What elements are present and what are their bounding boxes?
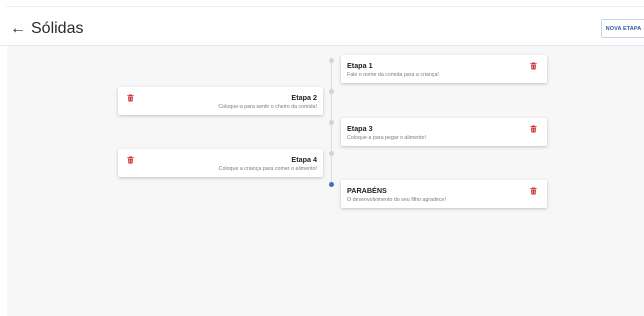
step-card-5[interactable]: PARABÉNS O desenvolvimento do seu filho … [341,180,547,208]
timeline-dot-1 [329,58,334,63]
step-card-2[interactable]: Etapa 2 Coloque-a para sentir o cheiro d… [118,87,323,115]
step-card-3[interactable]: Etapa 3 Coloque-a para pegar o alimento! [341,118,547,146]
page-title: Sólidas [31,20,84,37]
back-arrow-icon[interactable]: ← [10,20,26,38]
step-card-1[interactable]: Etapa 1 Fale o nome da comida para a cri… [341,55,547,83]
step-description: Fale o nome da comida para a criança! [347,72,439,78]
trash-icon[interactable] [530,62,537,70]
step-title: Etapa 4 [291,155,317,164]
new-step-button[interactable]: NOVA ETAPA [601,19,644,38]
step-description: Coloque-a para pegar o alimento! [347,135,426,141]
trash-icon[interactable] [530,125,537,133]
main-content [7,46,644,316]
step-description: Coloque-a para sentir o cheiro da comida… [218,104,317,110]
timeline-dot-3 [329,120,334,125]
step-title: PARABÉNS [347,186,387,195]
trash-icon[interactable] [127,94,134,102]
step-card-4[interactable]: Etapa 4 Coloque a criança para comer o a… [118,149,323,177]
timeline-dot-2 [329,89,334,94]
step-title: Etapa 3 [347,124,373,133]
trash-icon[interactable] [530,187,537,195]
top-divider [6,6,644,7]
step-title: Etapa 1 [347,61,373,70]
timeline-dot-4 [329,151,334,156]
step-title: Etapa 2 [291,93,317,102]
step-description: Coloque a criança para comer o alimento! [218,166,317,172]
app-header: ← Sólidas NOVA ETAPA [0,0,644,46]
trash-icon[interactable] [127,156,134,164]
step-description: O desenvolvimento do seu filho agradece! [347,197,446,203]
timeline-dot-5-active [329,182,334,187]
